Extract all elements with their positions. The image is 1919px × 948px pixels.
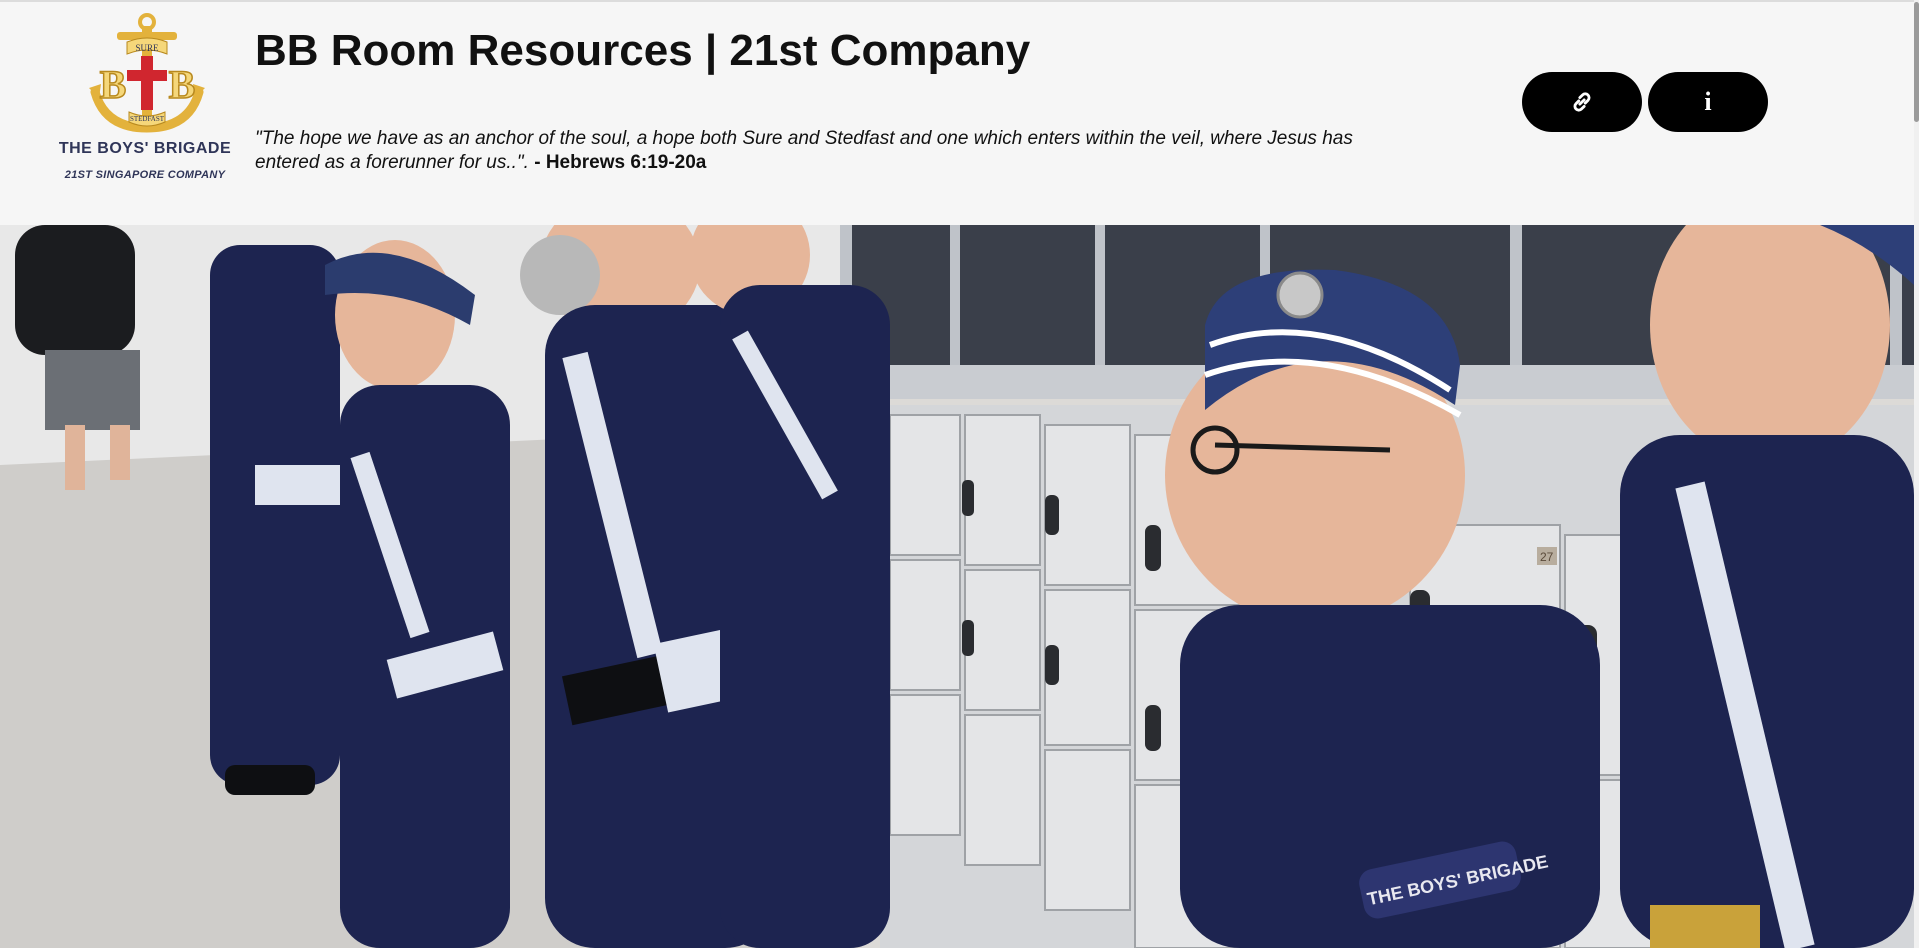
site-logo[interactable]: SURE B B STEDFAST THE BOYS' BRIGADE 21ST…	[55, 10, 235, 190]
link-button[interactable]	[1522, 72, 1642, 132]
quote-text: "The hope we have as an anchor of the so…	[255, 128, 1353, 173]
page: SURE B B STEDFAST THE BOYS' BRIGADE 21ST…	[0, 0, 1919, 948]
logo-company-name: 21ST SINGAPORE COMPANY	[64, 169, 226, 181]
info-button[interactable]: i	[1648, 72, 1768, 132]
svg-text:B: B	[100, 62, 127, 107]
scrollbar-thumb[interactable]	[1914, 2, 1919, 122]
svg-text:27: 27	[1540, 550, 1554, 564]
svg-text:STEDFAST: STEDFAST	[130, 115, 165, 123]
quote-reference: - Hebrews 6:19-20a	[534, 152, 707, 173]
link-icon	[1573, 92, 1591, 112]
info-icon: i	[1704, 87, 1712, 116]
scripture-quote: "The hope we have as an anchor of the so…	[255, 127, 1395, 175]
svg-text:SURE: SURE	[135, 43, 159, 53]
page-scrollbar[interactable]	[1914, 0, 1919, 948]
hero-illustration: 27 28	[0, 225, 1914, 948]
anchor-crest-icon: SURE B B STEDFAST	[89, 13, 205, 133]
page-title: BB Room Resources | 21st Company	[255, 26, 1031, 75]
svg-text:B: B	[169, 62, 196, 107]
logo-org-name: THE BOYS' BRIGADE	[58, 140, 232, 157]
hero-photo: 27 28	[0, 225, 1914, 948]
site-header: SURE B B STEDFAST THE BOYS' BRIGADE 21ST…	[0, 0, 1914, 225]
